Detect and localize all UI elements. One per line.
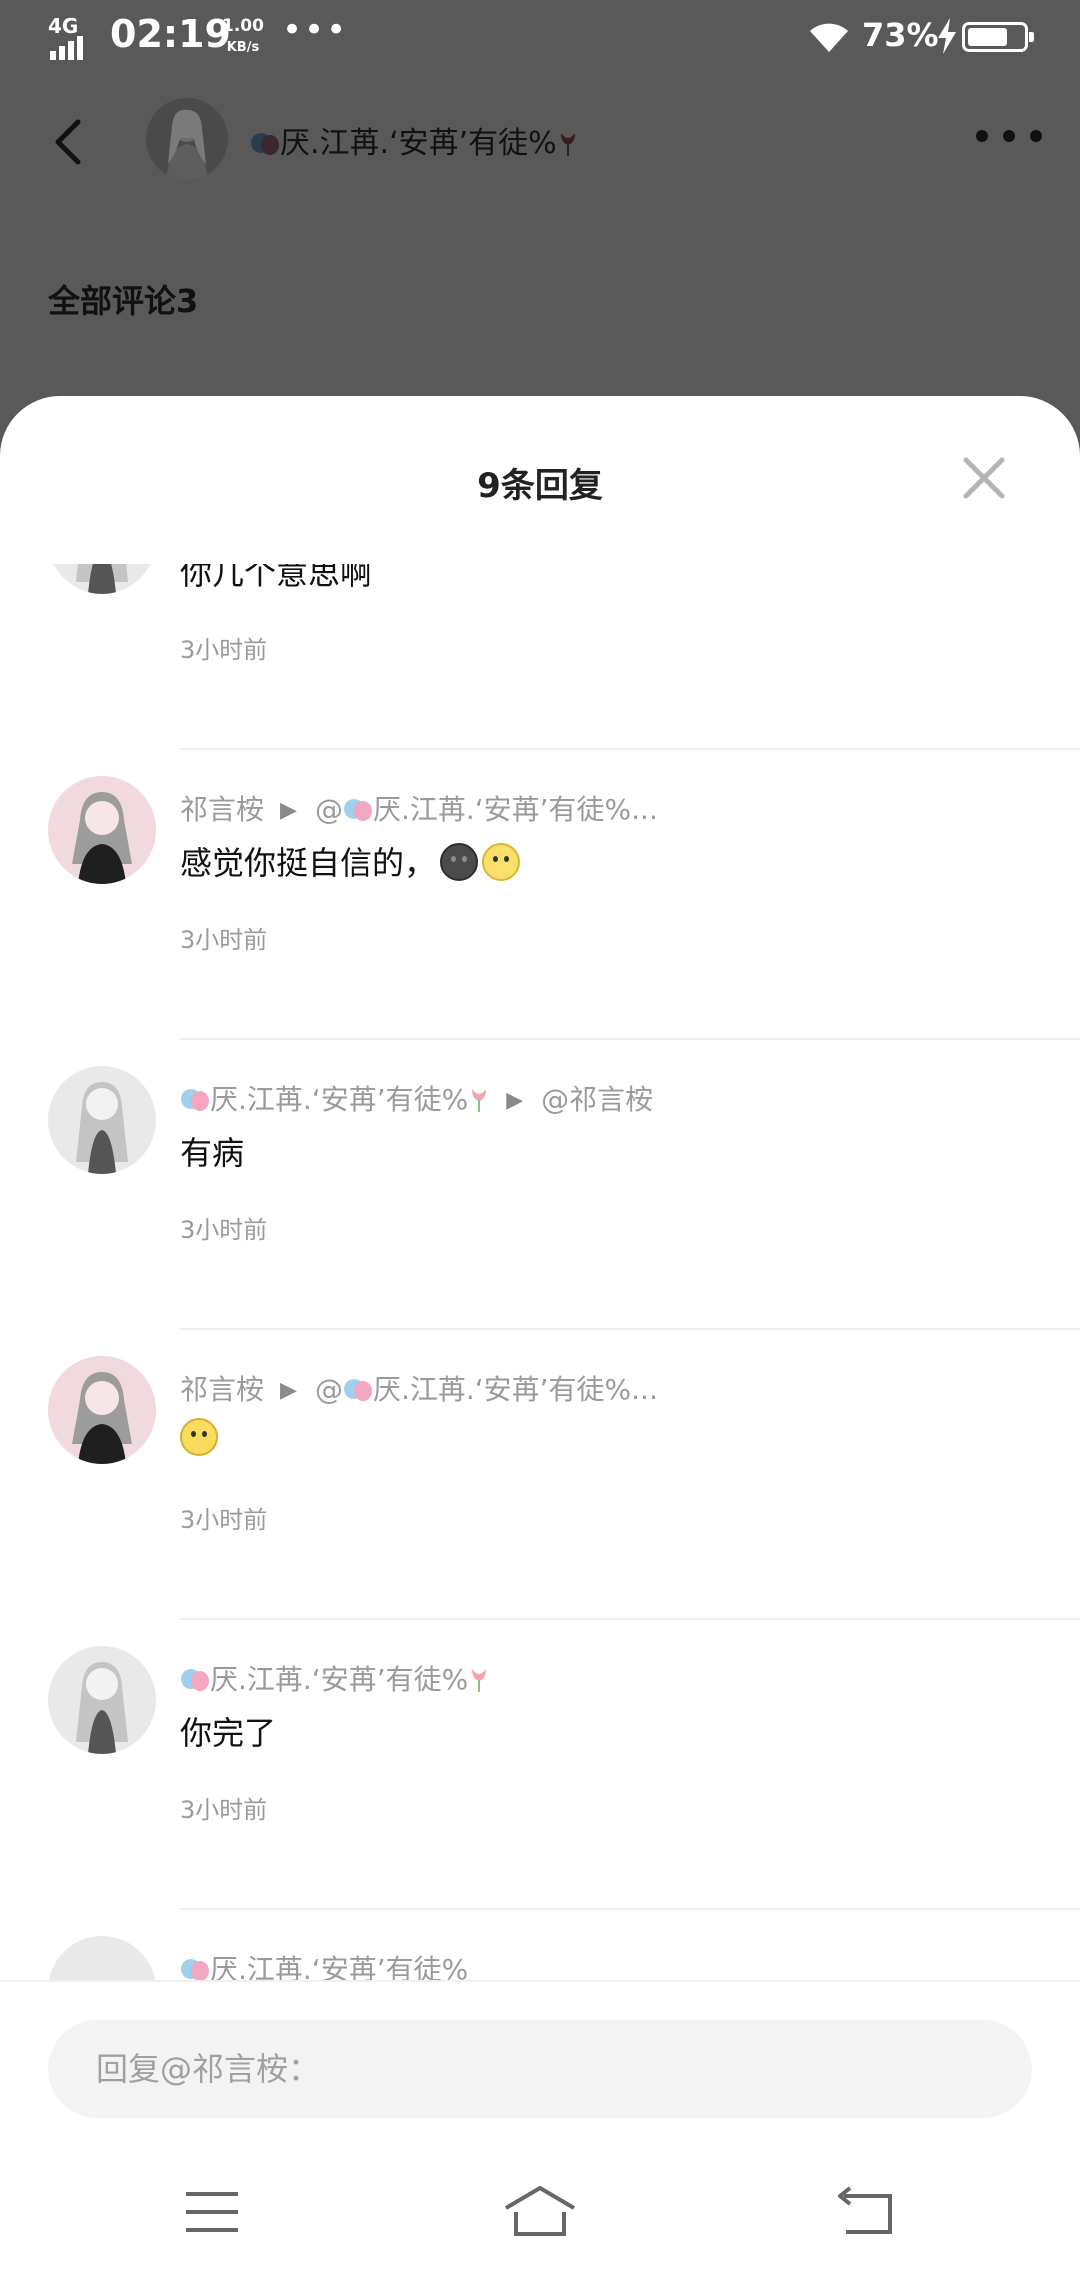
avatar[interactable] — [48, 1646, 156, 1754]
reply-author[interactable]: 祁言桉 — [180, 1373, 264, 1406]
reply-text: 你完了 — [180, 1714, 277, 1752]
net-speed-value: 1.00 — [222, 16, 264, 36]
reply-header: 厌.江苒.‘安苒’有徒% — [180, 1658, 490, 1698]
reply-author[interactable]: 厌.江苒.‘安苒’有徒% — [210, 1083, 468, 1116]
reply-author[interactable]: 祁言桉 — [180, 793, 264, 826]
dark-face-emoji-icon — [440, 843, 479, 881]
more-dots-icon[interactable] — [974, 126, 1044, 146]
reply-arrow-icon: ▶ — [280, 798, 297, 823]
reply-arrow-icon: ▶ — [280, 1378, 297, 1403]
reply-item[interactable]: 厌.江苒.‘安苒’有徒% 你完了 3小时前 — [0, 1646, 1080, 1936]
drama-mask-icon — [181, 1959, 209, 1981]
reply-item[interactable]: 祁言桉 ▶ @ 厌.江苒.‘安苒’有徒%... 感觉你挺自信的， 3小时前 — [0, 776, 1080, 1066]
reply-text: 有病 — [180, 1134, 245, 1172]
reply-input[interactable] — [48, 2020, 1032, 2118]
battery-fill — [968, 28, 1007, 46]
system-nav-bar — [0, 2150, 1080, 2280]
author-avatar[interactable] — [146, 98, 228, 180]
divider — [180, 1038, 1080, 1040]
net-speed-unit: KB/s — [226, 40, 260, 55]
drama-mask-icon — [343, 799, 372, 821]
avatar[interactable] — [48, 564, 156, 594]
sheet-title: 9条回复 — [477, 466, 603, 506]
drama-mask-icon — [343, 1379, 372, 1401]
menu-icon[interactable] — [172, 2182, 252, 2242]
smile-emoji-icon — [482, 843, 521, 881]
reply-time: 3小时前 — [180, 926, 268, 954]
reply-target-at[interactable]: @ — [315, 793, 343, 826]
wifi-icon — [810, 23, 848, 52]
drama-mask-icon — [251, 133, 279, 155]
charging-icon — [938, 18, 956, 54]
reply-input-bar — [0, 1980, 1080, 2130]
avatar[interactable] — [48, 776, 156, 884]
tulip-icon — [472, 1669, 487, 1692]
divider — [180, 1618, 1080, 1620]
reply-text-content: 感觉你挺自信的， — [180, 844, 437, 882]
reply-header: 祁言桉 ▶ @ 厌.江苒.‘安苒’有徒%... — [180, 1368, 658, 1408]
reply-item[interactable]: 祁言桉 ▶ @ 厌.江苒.‘安苒’有徒%... 3小时前 — [0, 1356, 1080, 1646]
reply-arrow-icon: ▶ — [506, 1088, 524, 1113]
divider — [180, 1908, 1080, 1910]
reply-time: 3小时前 — [180, 1216, 268, 1244]
drama-mask-icon — [181, 1669, 209, 1691]
reply-header: 厌.江苒.‘安苒’有徒% ▶ @祁言桉 — [180, 1078, 653, 1118]
reply-header: 祁言桉 ▶ @ 厌.江苒.‘安苒’有徒%... — [180, 788, 658, 828]
battery-percent: 73% — [862, 16, 939, 54]
reply-item[interactable]: 你几个意思啊 3小时前 — [0, 564, 1080, 776]
status-bar: 4G 02:19 1.00 KB/s ••• 73% — [0, 0, 1080, 72]
reply-time: 3小时前 — [180, 636, 268, 664]
eye-roll-emoji-icon — [180, 1418, 218, 1456]
reply-author[interactable]: 厌.江苒.‘安苒’有徒% — [210, 1663, 468, 1696]
drama-mask-icon — [181, 1089, 209, 1111]
net-speed: 1.00 KB/s — [222, 16, 264, 58]
signal-icon — [50, 36, 86, 60]
reply-target[interactable]: 厌.江苒.‘安苒’有徒%... — [373, 793, 658, 826]
network-type: 4G — [48, 14, 79, 38]
avatar[interactable] — [48, 1066, 156, 1174]
reply-text — [180, 1418, 218, 1457]
notification-dots: ••• — [282, 10, 349, 50]
close-icon[interactable] — [960, 454, 1008, 502]
clock: 02:19 — [110, 12, 231, 56]
author-name-text: 厌.江苒.‘安苒’有徒% — [280, 126, 557, 161]
return-icon[interactable] — [828, 2182, 908, 2242]
all-comments-heading: 全部评论3 — [48, 282, 199, 320]
post-header: 厌.江苒.‘安苒’有徒% — [0, 92, 1080, 192]
author-name[interactable]: 厌.江苒.‘安苒’有徒% — [250, 118, 579, 162]
reply-item[interactable]: 厌.江苒.‘安苒’有徒% ▶ @祁言桉 有病 3小时前 — [0, 1066, 1080, 1356]
reply-target[interactable]: 厌.江苒.‘安苒’有徒%... — [373, 1373, 658, 1406]
back-arrow-icon[interactable] — [50, 118, 90, 166]
tulip-icon — [472, 1089, 487, 1112]
reply-time: 3小时前 — [180, 1796, 268, 1824]
divider — [180, 748, 1080, 750]
home-icon[interactable] — [500, 2182, 580, 2242]
avatar[interactable] — [48, 1356, 156, 1464]
reply-text: 你几个意思啊 — [180, 564, 373, 592]
reply-text: 感觉你挺自信的， — [180, 838, 521, 884]
reply-target[interactable]: @祁言桉 — [541, 1083, 653, 1116]
reply-target-at[interactable]: @ — [315, 1373, 343, 1406]
reply-time: 3小时前 — [180, 1506, 268, 1534]
divider — [180, 1328, 1080, 1330]
battery-icon — [962, 22, 1034, 52]
tulip-icon — [560, 133, 575, 156]
